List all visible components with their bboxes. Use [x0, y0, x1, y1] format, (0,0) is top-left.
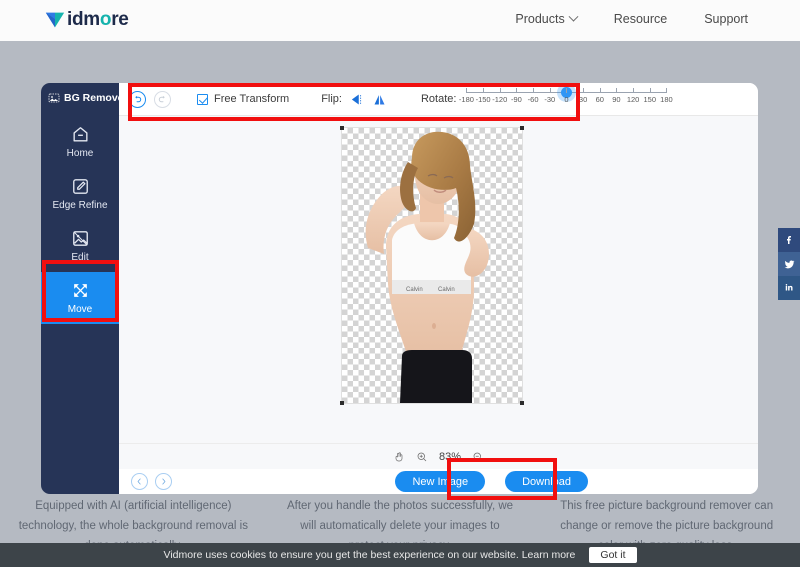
- logo-text-main: idm: [67, 9, 100, 30]
- primary-nav: Products Resource Support: [515, 11, 748, 26]
- nav-item-products-label: Products: [515, 12, 565, 26]
- app-sidebar: BG Remover Home Edge Refine Edit Move: [41, 83, 128, 494]
- flip-vertical-icon[interactable]: [372, 92, 387, 107]
- rotate-label: Rotate:: [420, 93, 457, 105]
- rotate-tick-90: [616, 88, 618, 93]
- rotate-tick--90: [516, 88, 518, 93]
- artboard-transparent-bg[interactable]: Calvin Calvin: [340, 126, 524, 405]
- svg-text:Calvin: Calvin: [438, 287, 455, 293]
- zoom-in-icon[interactable]: [416, 451, 428, 463]
- rotate-tick-label-0: 0: [564, 95, 569, 104]
- free-transform-checkbox[interactable]: [197, 93, 208, 105]
- redo-icon[interactable]: [154, 90, 171, 108]
- undo-icon[interactable]: [129, 90, 146, 108]
- rotate-tick-label--150: -150: [475, 95, 491, 104]
- download-button[interactable]: Download: [505, 471, 588, 492]
- rotate-tick-label--30: -30: [544, 95, 556, 104]
- facebook-icon[interactable]: [778, 228, 800, 252]
- sidebar-title: BG Remover: [41, 83, 128, 104]
- twitter-icon[interactable]: [778, 252, 800, 276]
- cookie-consent-bar: Vidmore uses cookies to ensure you get t…: [0, 543, 800, 567]
- sidebar-item-edit-label: Edit: [71, 252, 89, 263]
- sidebar-item-edge-refine-label: Edge Refine: [52, 200, 108, 211]
- transform-toolbar: Free Transform Flip: Rotate: -180 -150 -…: [119, 83, 758, 116]
- svg-text:Calvin: Calvin: [406, 287, 423, 293]
- vidmore-wordmark: idmore: [67, 9, 129, 31]
- rotate-tick-label--90: -90: [511, 95, 522, 104]
- edit-image-icon: [71, 229, 90, 248]
- rotate-tick-label-150: 150: [643, 95, 657, 104]
- rotate-tick--30: [549, 88, 551, 93]
- subject-image: Calvin Calvin: [365, 131, 490, 403]
- rotate-tick--60: [533, 88, 535, 93]
- bg-remover-modal: BG Remover Home Edge Refine Edit Move Fr…: [41, 83, 758, 494]
- rotate-tick-label-180: 180: [660, 95, 673, 104]
- free-transform-label: Free Transform: [214, 93, 290, 105]
- move-arrows-icon: [71, 281, 90, 300]
- rotate-tick-label-90: 90: [612, 95, 621, 104]
- new-image-button[interactable]: New Image: [395, 471, 486, 492]
- cookie-text: Vidmore uses cookies to ensure you get t…: [164, 549, 576, 561]
- hand-icon[interactable]: [393, 451, 405, 463]
- cookie-learn-more-link[interactable]: Learn more: [522, 549, 576, 561]
- logo-text-teal: o: [99, 9, 112, 30]
- home-icon: [71, 125, 90, 144]
- rotate-tick-150: [649, 88, 651, 93]
- chevron-right-icon[interactable]: [155, 473, 172, 490]
- rotate-tick-60: [599, 88, 601, 93]
- page-root: idmore Products Resource Support Equippe…: [0, 0, 800, 567]
- flip-horizontal-icon[interactable]: [350, 92, 365, 107]
- rotate-tick-label--120: -120: [492, 95, 508, 104]
- nav-item-products[interactable]: Products: [515, 11, 579, 26]
- rotate-tick-30: [583, 88, 585, 93]
- rotate-slider[interactable]: -180 -150 -120 -90 -60 -30 0 30 60 90 120 150 180: [459, 87, 673, 111]
- cookie-message: Vidmore uses cookies to ensure you get t…: [163, 549, 519, 561]
- nav-item-support[interactable]: Support: [704, 12, 748, 26]
- linkedin-icon[interactable]: [778, 276, 800, 300]
- action-bar: New Image Download: [119, 469, 758, 494]
- rotate-tick-180: [666, 88, 668, 93]
- logo-text-end: re: [111, 9, 129, 30]
- image-canvas[interactable]: Calvin Calvin: [119, 116, 758, 443]
- rotate-tick-label--60: -60: [527, 95, 539, 104]
- vidmore-logo[interactable]: idmore: [44, 8, 129, 32]
- sidebar-item-home[interactable]: Home: [41, 116, 119, 168]
- site-header: idmore Products Resource Support: [0, 0, 800, 41]
- rotate-tick-0: [566, 88, 568, 93]
- cookie-accept-button[interactable]: Got it: [589, 547, 637, 563]
- zoom-level-label: 83%: [438, 450, 462, 463]
- chevron-down-icon: [568, 11, 579, 22]
- nav-item-support-label: Support: [704, 12, 748, 26]
- rotate-tick-label-60: 60: [595, 95, 604, 104]
- vidmore-v-logo-icon: [44, 9, 66, 31]
- flip-label: Flip:: [321, 93, 342, 105]
- zoom-controls: 83%: [119, 443, 758, 469]
- sidebar-item-edge-refine[interactable]: Edge Refine: [41, 168, 119, 220]
- app-main: Free Transform Flip: Rotate: -180 -150 -…: [119, 83, 758, 494]
- nav-item-resource[interactable]: Resource: [614, 12, 668, 26]
- sidebar-item-home-label: Home: [66, 148, 94, 159]
- social-share-rail: [778, 228, 800, 300]
- rotate-tick-120: [633, 88, 635, 93]
- nav-item-resource-label: Resource: [613, 12, 668, 26]
- rotate-tick-label-120: 120: [626, 95, 640, 104]
- sidebar-item-move-label: Move: [67, 304, 93, 315]
- sidebar-item-move[interactable]: Move: [41, 272, 119, 324]
- chevron-left-icon[interactable]: [131, 473, 148, 490]
- rotate-tick--180: [466, 88, 468, 93]
- rotate-tick-label-30: 30: [578, 95, 588, 104]
- sidebar-item-edit[interactable]: Edit: [41, 220, 119, 272]
- rotate-tick-label--180: -180: [458, 95, 474, 104]
- zoom-out-icon[interactable]: [472, 451, 484, 463]
- rotate-tick--120: [499, 88, 501, 93]
- rotate-tick--150: [483, 88, 485, 93]
- edge-refine-icon: [71, 177, 90, 196]
- image-icon: [48, 92, 60, 104]
- sidebar-menu: Home Edge Refine Edit Move: [41, 116, 119, 324]
